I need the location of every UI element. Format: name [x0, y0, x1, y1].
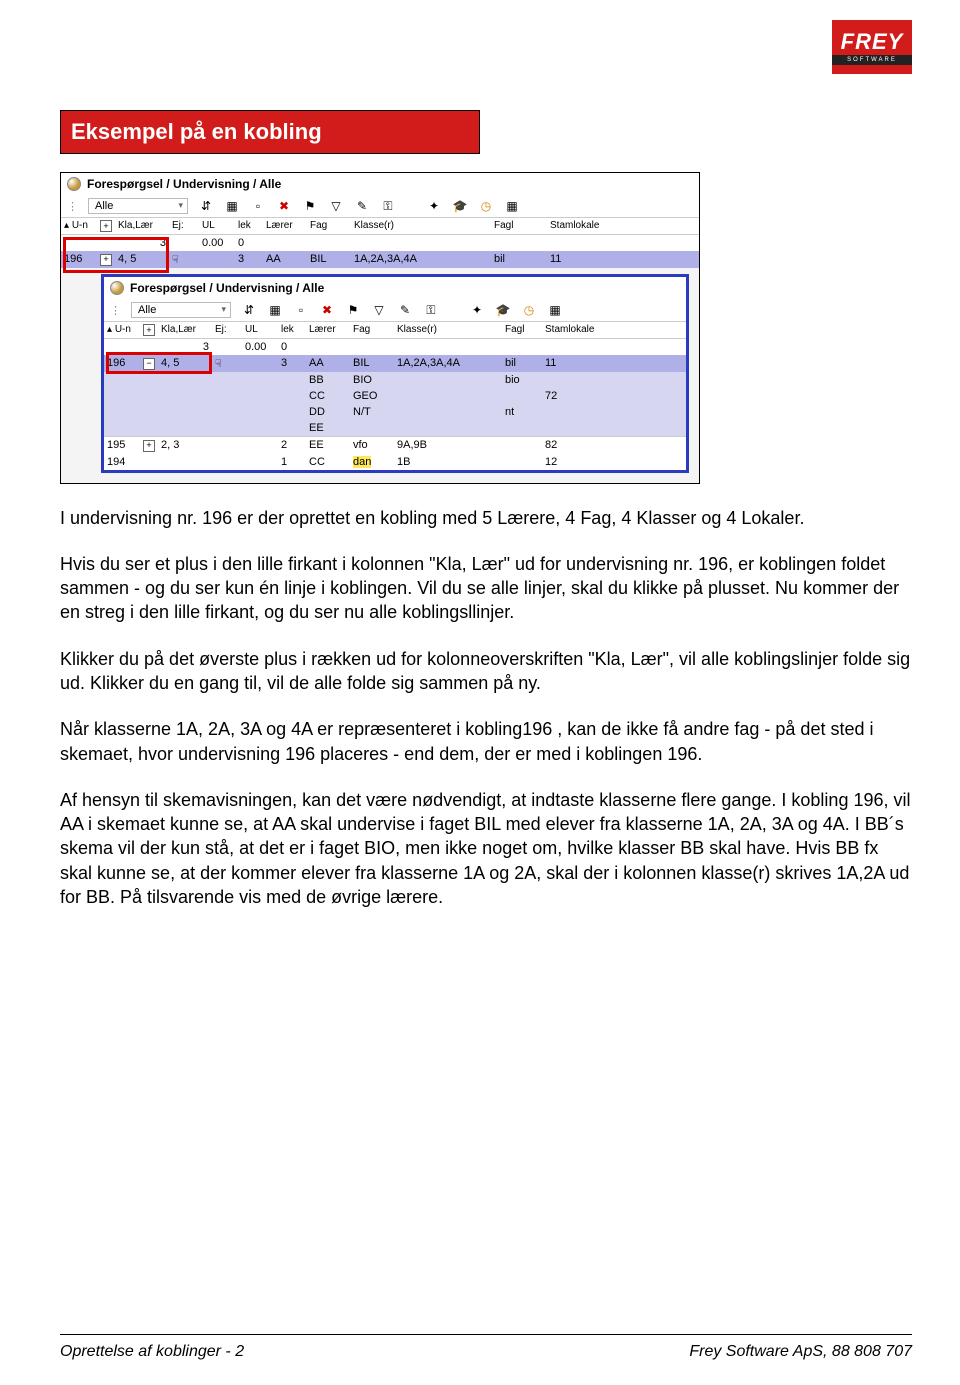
toolbar: ⋮ Alle ⇵ ▦ ▫ ✖ ⚑ ▽ ✎ ⚿ ✦ 🎓 ◷ ▦	[61, 195, 699, 217]
grad-icon[interactable]: 🎓	[452, 198, 468, 214]
screenshot-container: Forespørgsel / Undervisning / Alle ⋮ All…	[60, 172, 700, 484]
table-row-selected[interactable]: 196 + 4, 5 ☟ 3 AA BIL 1A,2A,3A,4A bil 11	[61, 251, 699, 268]
expand-all-icon[interactable]: +	[100, 220, 112, 232]
globe-icon	[67, 177, 81, 191]
table-row: 194 1 CC dan 1B 12	[104, 454, 686, 470]
key-icon[interactable]: ⚿	[423, 302, 439, 318]
logo-word: FREY	[841, 29, 904, 55]
page-footer: Oprettelse af koblinger - 2 Frey Softwar…	[60, 1334, 912, 1361]
table-row: BB BIO bio	[104, 372, 686, 388]
calendar-icon[interactable]: ▦	[547, 302, 563, 318]
table-row: CC GEO 72	[104, 388, 686, 404]
inner-column-headers: ▴ U-n + Kla,Lær Ej: UL lek Lærer Fag Kla…	[104, 321, 686, 339]
new-icon[interactable]: ▫	[293, 302, 309, 318]
expand-all-icon[interactable]: +	[143, 324, 155, 336]
column-headers: ▴ U-n + Kla,Lær Ej: UL lek Lærer Fag Kla…	[61, 217, 699, 235]
clock-icon[interactable]: ◷	[478, 198, 494, 214]
delete-icon[interactable]: ✖	[276, 198, 292, 214]
key-icon[interactable]: ⚿	[380, 198, 396, 214]
paragraph: Af hensyn til skemavisningen, kan det væ…	[60, 788, 912, 909]
edit-icon[interactable]: ✎	[354, 198, 370, 214]
delete-icon[interactable]: ✖	[319, 302, 335, 318]
grid-icon[interactable]: ▦	[224, 198, 240, 214]
expand-icon[interactable]: +	[143, 440, 155, 452]
footer-left: Oprettelse af koblinger - 2	[60, 1343, 244, 1361]
table-row-selected[interactable]: 196 − 4, 5 ☟ 3 AA BIL 1A,2A,3A,4A bil 11	[104, 355, 686, 372]
collapse-icon[interactable]: −	[143, 358, 155, 370]
grad-icon[interactable]: 🎓	[495, 302, 511, 318]
filter-icon[interactable]: ▽	[371, 302, 387, 318]
clock-icon[interactable]: ◷	[521, 302, 537, 318]
inner-window: Forespørgsel / Undervisning / Alle ⋮ All…	[101, 274, 689, 473]
paragraph: Klikker du på det øverste plus i rækken …	[60, 647, 912, 696]
paragraph: I undervisning nr. 196 er der oprettet e…	[60, 506, 912, 530]
window-title-bar: Forespørgsel / Undervisning / Alle	[61, 173, 699, 195]
calendar-icon[interactable]: ▦	[504, 198, 520, 214]
globe-icon	[110, 281, 124, 295]
inner-filter-combo[interactable]: Alle	[131, 302, 231, 318]
inner-toolbar: ⋮ Alle ⇵ ▦ ▫ ✖ ⚑ ▽ ✎ ⚿ ✦ 🎓 ◷ ▦	[104, 299, 686, 321]
table-row: 195 + 2, 3 2 EE vfo 9A,9B 82	[104, 436, 686, 454]
window-title: Forespørgsel / Undervisning / Alle	[87, 177, 281, 191]
grid-icon[interactable]: ▦	[267, 302, 283, 318]
new-icon[interactable]: ▫	[250, 198, 266, 214]
logo: FREY SOFTWARE	[832, 20, 912, 74]
footer-right: Frey Software ApS, 88 808 707	[689, 1343, 912, 1361]
inner-window-title-bar: Forespørgsel / Undervisning / Alle	[104, 277, 686, 299]
section-banner: Eksempel på en kobling	[60, 110, 480, 154]
table-row: DD N/T nt	[104, 404, 686, 420]
spark-icon[interactable]: ✦	[426, 198, 442, 214]
spark-icon[interactable]: ✦	[469, 302, 485, 318]
edit-icon[interactable]: ✎	[397, 302, 413, 318]
table-row: 3 0.00 0	[104, 339, 686, 355]
pointer-icon: ☟	[172, 254, 179, 266]
flag-icon[interactable]: ⚑	[302, 198, 318, 214]
expand-icon[interactable]: +	[100, 254, 112, 266]
paragraph: Hvis du ser et plus i den lille firkant …	[60, 552, 912, 625]
table-row: 3 0.00 0	[61, 235, 699, 251]
logo-subtitle: SOFTWARE	[832, 55, 912, 65]
table-row: EE	[104, 420, 686, 436]
sort-icon[interactable]: ⇵	[198, 198, 214, 214]
filter-combo[interactable]: Alle	[88, 198, 188, 214]
sort-icon[interactable]: ⇵	[241, 302, 257, 318]
filter-icon[interactable]: ▽	[328, 198, 344, 214]
paragraph: Når klasserne 1A, 2A, 3A og 4A er repræs…	[60, 717, 912, 766]
body-text: I undervisning nr. 196 er der oprettet e…	[60, 506, 912, 910]
pointer-icon: ☟	[215, 358, 222, 370]
flag-icon[interactable]: ⚑	[345, 302, 361, 318]
inner-window-title: Forespørgsel / Undervisning / Alle	[130, 281, 324, 295]
